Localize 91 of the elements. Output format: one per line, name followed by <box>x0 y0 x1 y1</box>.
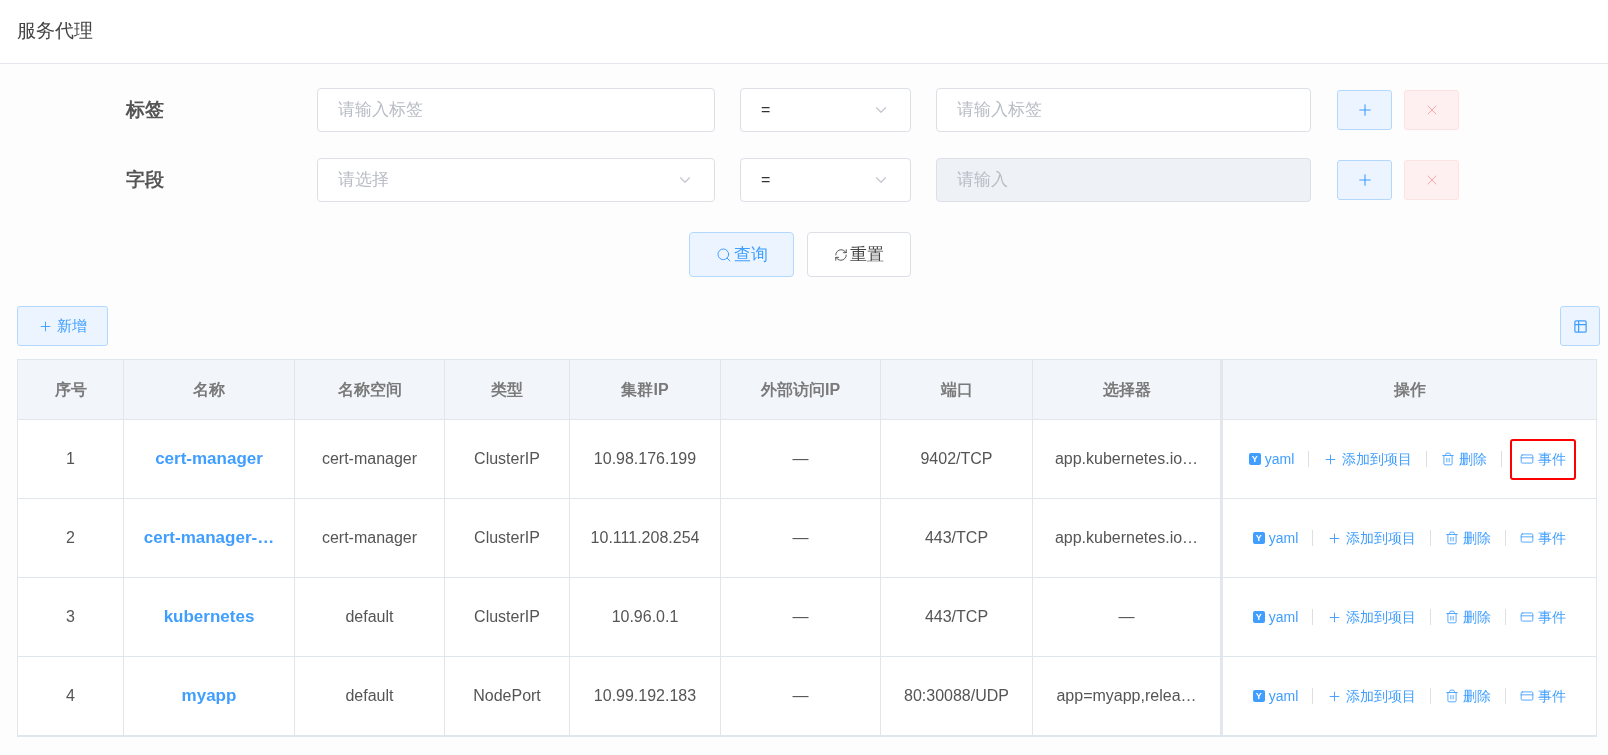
yaml-badge-icon: Y <box>1252 532 1265 544</box>
column-header: 外部访问IP <box>760 379 841 400</box>
events-action-link[interactable]: 事件 <box>1514 521 1573 555</box>
table-cell-text: 2 <box>66 528 75 548</box>
operator-select[interactable]: = <box>740 158 911 202</box>
delete-action-link[interactable]: 删除 <box>1439 600 1498 634</box>
table-cell-text: NodePort <box>473 686 541 706</box>
table-cell-text: app=myapp,relea… <box>1056 686 1197 706</box>
table-cell-text: — <box>792 686 809 706</box>
table-cell-text: 4 <box>66 686 75 706</box>
card-icon <box>1520 610 1535 624</box>
reset-button[interactable]: 重置 <box>807 232 911 277</box>
yaml-action-link[interactable]: Y yaml <box>1246 679 1305 713</box>
yaml-badge-icon: Y <box>1252 611 1265 623</box>
yaml-action-link[interactable]: Y yaml <box>1246 600 1305 634</box>
trash-icon <box>1441 452 1456 466</box>
table-cell-text: ClusterIP <box>474 449 540 469</box>
page-title: 服务代理 <box>17 19 93 44</box>
table-cell-text: 80:30088/UDP <box>904 686 1009 706</box>
table-cell-text: 443/TCP <box>924 528 989 548</box>
column-header: 集群IP <box>621 379 669 400</box>
table-cell-text: — <box>792 528 809 548</box>
service-name-link[interactable]: cert-manager-… <box>143 525 275 551</box>
add-action-link[interactable]: 添加到项目 <box>1321 521 1423 555</box>
add-new-button[interactable]: 新增 <box>17 306 108 346</box>
delete-action-link[interactable]: 删除 <box>1439 679 1498 713</box>
column-header: 操作 <box>1393 379 1426 400</box>
add-action-link[interactable]: 添加到项目 <box>1321 679 1423 713</box>
operator-select[interactable]: = <box>740 88 911 132</box>
table-cell-text: — <box>1118 607 1135 627</box>
search-button[interactable]: 查询 <box>689 232 794 277</box>
table-cell-text: 10.111.208.254 <box>590 528 700 548</box>
trash-icon <box>1445 610 1460 624</box>
column-header: 名称 <box>193 379 225 400</box>
table-cell-text: app.kubernetes.io… <box>1054 449 1199 469</box>
delete-action-link[interactable]: 删除 <box>1435 442 1494 476</box>
table-cell-text: 1 <box>66 449 75 469</box>
events-action-link[interactable]: 事件 <box>1510 438 1577 480</box>
table-cell-text: 10.96.0.1 <box>611 607 679 627</box>
plus-icon <box>1327 530 1343 546</box>
table-cell-text: — <box>792 449 809 469</box>
add-button[interactable] <box>1337 90 1392 130</box>
events-action-link[interactable]: 事件 <box>1514 600 1573 634</box>
table-cell-text: cert-manager <box>321 449 418 469</box>
table-cell-text: default <box>345 607 394 627</box>
trash-icon <box>1445 531 1460 545</box>
plus-icon <box>38 318 53 334</box>
delete-action-link[interactable]: 删除 <box>1439 521 1498 555</box>
table-cell-text: 443/TCP <box>924 607 989 627</box>
input-field[interactable]: 请输入标签 <box>936 88 1311 132</box>
input-field[interactable]: 请输入标签 <box>317 88 715 132</box>
table-cell-text: — <box>792 607 809 627</box>
column-header: 端口 <box>940 379 973 400</box>
select-field[interactable]: 请选择 <box>317 158 715 202</box>
card-icon <box>1520 531 1535 545</box>
trash-icon <box>1445 689 1460 703</box>
yaml-action-link[interactable]: Y yaml <box>1246 521 1305 555</box>
service-name-link[interactable]: kubernetes <box>163 604 255 630</box>
add-action-link[interactable]: 添加到项目 <box>1321 600 1423 634</box>
yaml-action-link[interactable]: Y yaml <box>1242 442 1301 476</box>
service-name-link[interactable]: myapp <box>181 683 237 709</box>
refresh-icon <box>834 247 848 262</box>
column-header: 类型 <box>491 379 523 400</box>
table-cell-text: cert-manager <box>321 528 418 548</box>
filter-label: 标签 <box>124 97 165 122</box>
table-cell-text: 3 <box>66 607 75 627</box>
table-cell-text: ClusterIP <box>474 607 540 627</box>
card-icon <box>1520 689 1535 703</box>
table-cell-text: app.kubernetes.io… <box>1054 528 1199 548</box>
table-icon <box>1572 318 1588 334</box>
yaml-badge-icon: Y <box>1252 690 1265 702</box>
plus-icon <box>1323 451 1339 467</box>
card-icon <box>1520 452 1535 466</box>
search-icon <box>715 246 732 263</box>
table-cell-text: 10.98.176.199 <box>593 449 697 469</box>
column-header: 选择器 <box>1102 379 1151 400</box>
add-button[interactable] <box>1337 160 1392 200</box>
column-header: 名称空间 <box>337 379 402 400</box>
table-cell-text: 10.99.192.183 <box>593 686 697 706</box>
table-cell-text: default <box>345 686 394 706</box>
plus-icon <box>1327 609 1343 625</box>
service-name-link[interactable]: cert-manager <box>155 446 263 472</box>
plus-icon <box>1327 688 1343 704</box>
table-cell-text: ClusterIP <box>474 528 540 548</box>
table-cell-text: 9402/TCP <box>920 449 993 469</box>
filter-label: 字段 <box>125 167 165 192</box>
yaml-badge-icon: Y <box>1248 453 1261 465</box>
add-action-link[interactable]: 添加到项目 <box>1317 442 1419 476</box>
column-settings-button[interactable] <box>1560 306 1600 346</box>
column-header: 序号 <box>54 379 87 400</box>
events-action-link[interactable]: 事件 <box>1514 679 1573 713</box>
